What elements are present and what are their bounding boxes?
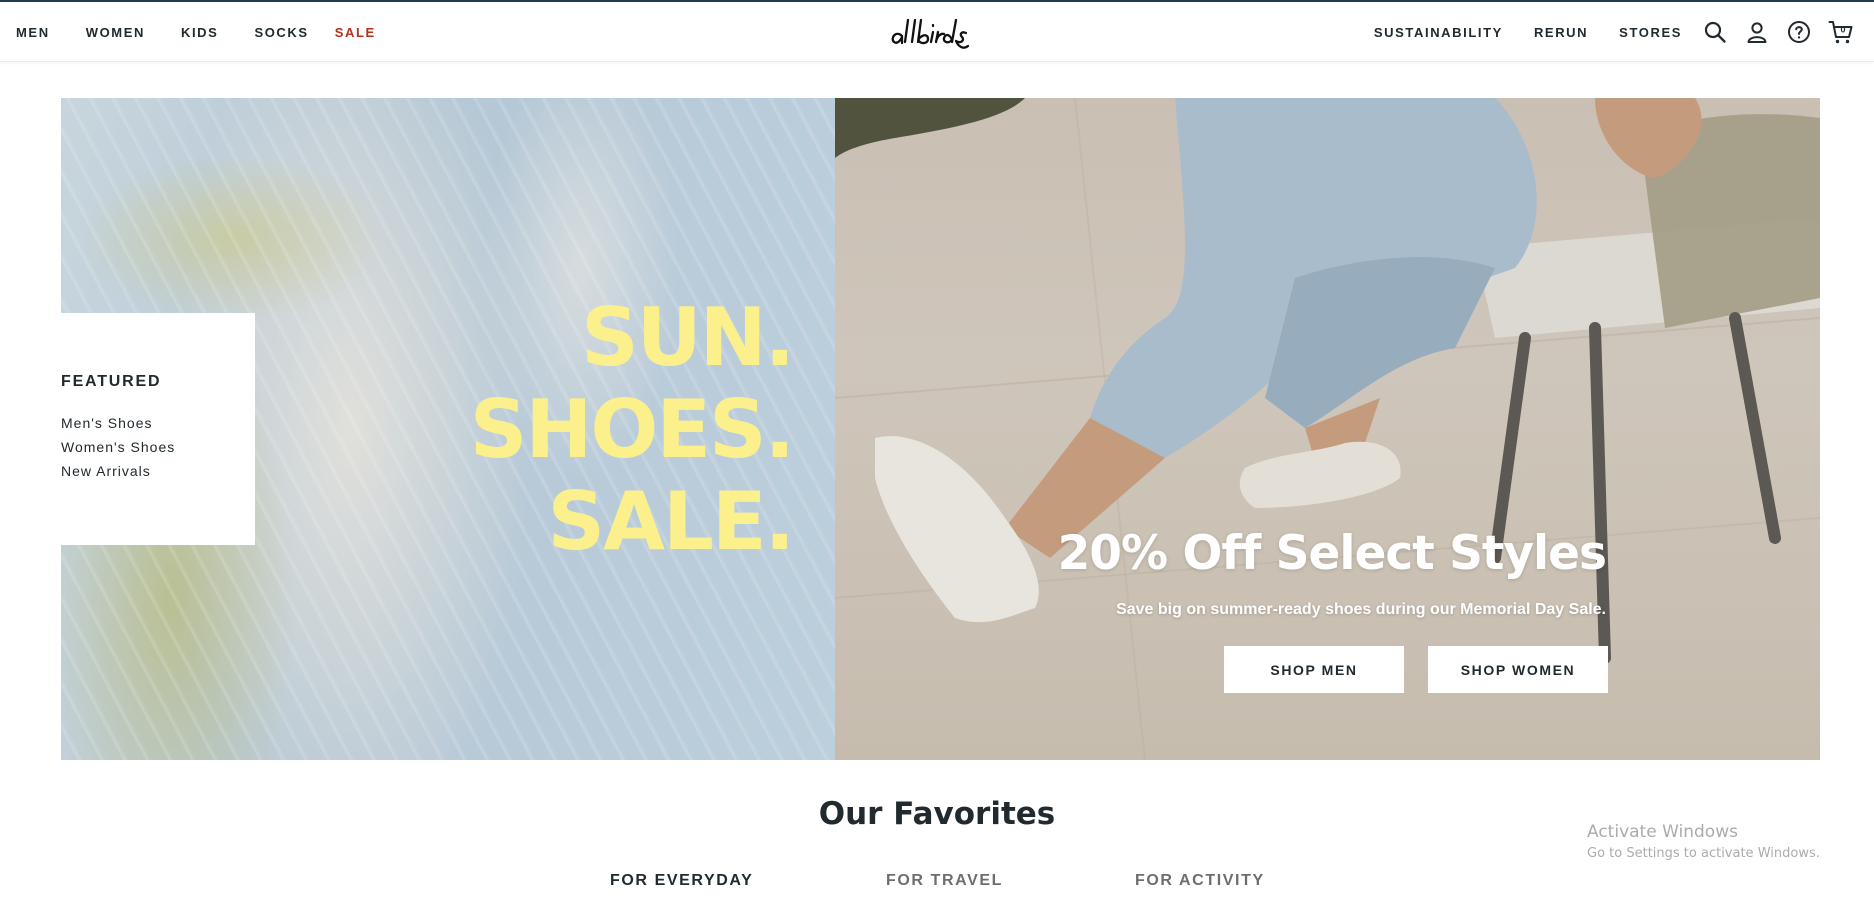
promo-title: 20% Off Select Styles bbox=[1057, 526, 1607, 581]
nav-kids[interactable]: KIDS bbox=[181, 25, 218, 40]
featured-link-new-arrivals[interactable]: New Arrivals bbox=[61, 459, 255, 483]
cart-icon[interactable]: 0 bbox=[1828, 19, 1854, 45]
account-icon[interactable] bbox=[1744, 19, 1770, 45]
search-icon[interactable] bbox=[1702, 19, 1728, 45]
promo-buttons: SHOP MEN SHOP WOMEN bbox=[1200, 646, 1608, 693]
nav-sale[interactable]: SALE bbox=[335, 25, 376, 40]
primary-nav: MEN WOMEN KIDS SOCKS SALE bbox=[16, 2, 412, 62]
tab-for-everyday[interactable]: FOR EVERYDAY bbox=[610, 872, 753, 890]
headline-line: SHOES. bbox=[469, 383, 795, 476]
watermark-line-1: Activate Windows bbox=[1587, 822, 1738, 842]
allbirds-logo[interactable]: allbirds bbox=[888, 8, 992, 54]
watermark-line-2: Go to Settings to activate Windows. bbox=[1587, 846, 1820, 861]
top-navigation: MEN WOMEN KIDS SOCKS SALE allbirds SUSTA… bbox=[0, 2, 1874, 62]
help-icon[interactable] bbox=[1786, 19, 1812, 45]
featured-title: FEATURED bbox=[61, 373, 162, 390]
nav-women[interactable]: WOMEN bbox=[86, 25, 145, 40]
hero-right-panel[interactable]: 20% Off Select Styles Save big on summer… bbox=[835, 98, 1820, 760]
nav-socks[interactable]: SOCKS bbox=[254, 25, 308, 40]
nav-stores[interactable]: STORES bbox=[1619, 25, 1682, 40]
nav-sustainability[interactable]: SUSTAINABILITY bbox=[1374, 25, 1503, 40]
hero-left-panel[interactable]: SUN. SHOES. SALE. FEATURED Men's Shoes W… bbox=[61, 98, 835, 760]
nav-men[interactable]: MEN bbox=[16, 25, 50, 40]
cart-count: 0 bbox=[1840, 25, 1845, 35]
hero-headline: SUN. SHOES. SALE. bbox=[469, 291, 795, 568]
nav-rerun[interactable]: RERUN bbox=[1534, 25, 1588, 40]
windows-activation-watermark: Activate Windows Go to Settings to activ… bbox=[1587, 822, 1820, 861]
headline-line: SUN. bbox=[581, 291, 795, 384]
promo-subtitle: Save big on summer-ready shoes during ou… bbox=[1116, 601, 1606, 618]
tab-for-travel[interactable]: FOR TRAVEL bbox=[886, 872, 1003, 890]
shop-men-button[interactable]: SHOP MEN bbox=[1224, 646, 1404, 693]
shop-women-button[interactable]: SHOP WOMEN bbox=[1428, 646, 1608, 693]
featured-menu: FEATURED Men's Shoes Women's Shoes New A… bbox=[61, 313, 255, 545]
hero-banner: SUN. SHOES. SALE. FEATURED Men's Shoes W… bbox=[61, 98, 1820, 760]
headline-line: SALE. bbox=[547, 475, 795, 568]
secondary-nav: SUSTAINABILITY RERUN STORES 0 bbox=[1343, 2, 1854, 62]
featured-link-mens-shoes[interactable]: Men's Shoes bbox=[61, 411, 255, 435]
favorites-tabs: FOR EVERYDAY FOR TRAVEL FOR ACTIVITY bbox=[0, 872, 1874, 901]
featured-link-womens-shoes[interactable]: Women's Shoes bbox=[61, 435, 255, 459]
tab-for-activity[interactable]: FOR ACTIVITY bbox=[1135, 872, 1265, 890]
